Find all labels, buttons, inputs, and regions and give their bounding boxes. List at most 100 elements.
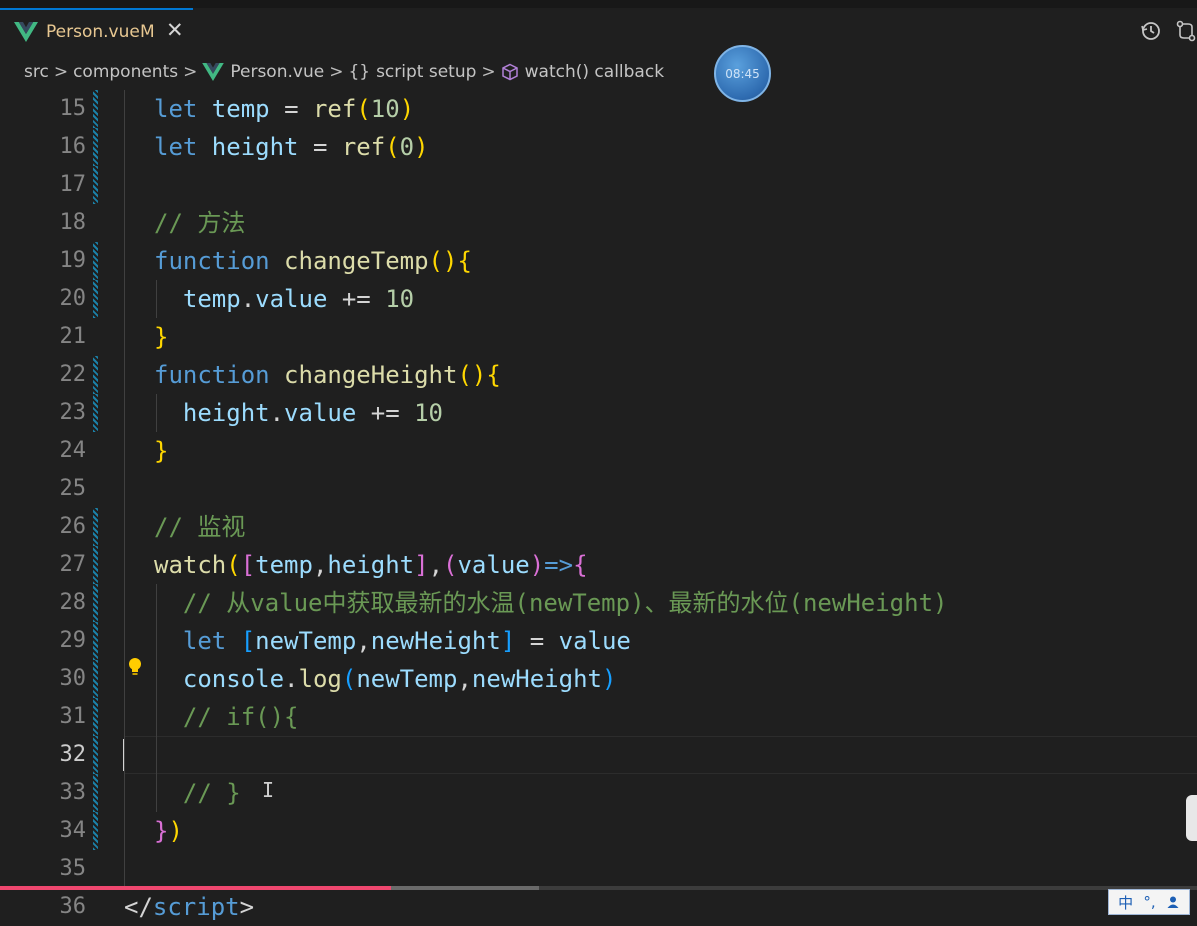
close-icon[interactable]: ✕ <box>166 18 184 42</box>
code-line[interactable]: 30 console.log(newTemp,newHeight) <box>0 658 1197 698</box>
modified-gutter-marker[interactable] <box>93 660 98 698</box>
code-line[interactable]: 32 <box>0 736 1197 774</box>
breadcrumb-item-script-setup[interactable]: script setup <box>376 62 476 82</box>
indent-guide <box>124 850 125 888</box>
code-token: height <box>327 551 415 579</box>
code-line[interactable]: 28 // 从value中获取最新的水温(newTemp)、最新的水位(newH… <box>0 584 1197 622</box>
modified-gutter-marker[interactable] <box>93 698 98 736</box>
modified-gutter-marker[interactable] <box>93 394 98 432</box>
code-line[interactable]: 36 </script> <box>0 888 1197 926</box>
code-token: temp <box>154 285 241 313</box>
modified-gutter-marker[interactable] <box>93 356 98 394</box>
modified-gutter-marker[interactable] <box>93 736 98 774</box>
ime-indicator[interactable]: 中 °, <box>1108 889 1190 915</box>
ime-punct: °, <box>1143 893 1156 911</box>
code-line[interactable]: 17 <box>0 166 1197 204</box>
code-token: newTemp <box>255 627 357 655</box>
code-token: ( <box>443 551 458 579</box>
breadcrumb-separator: > <box>183 62 198 82</box>
code-token: height <box>154 399 270 427</box>
modified-gutter-marker[interactable] <box>93 508 98 546</box>
code-text[interactable]: function changeHeight(){ <box>154 356 501 394</box>
side-panel-handle[interactable] <box>1186 795 1197 841</box>
vue-logo-icon <box>202 63 225 81</box>
code-text[interactable]: console.log(newTemp,newHeight) <box>154 660 617 698</box>
code-line[interactable]: 26 // 监视 <box>0 508 1197 546</box>
code-text[interactable]: } <box>154 432 168 470</box>
braces-icon: {} <box>348 62 371 82</box>
code-line[interactable]: 35 <box>0 850 1197 888</box>
code-line[interactable]: 29 let [newTemp,newHeight] = value <box>0 622 1197 660</box>
modified-gutter-marker[interactable] <box>93 774 98 812</box>
line-number: 28 <box>59 590 87 615</box>
tab-person-vue[interactable]: Person.vue M ✕ <box>0 8 193 54</box>
modified-gutter-marker[interactable] <box>93 812 98 850</box>
breadcrumb-item-src[interactable]: src <box>24 62 49 82</box>
code-line[interactable]: 15 let temp = ref(10) <box>0 90 1197 128</box>
history-icon[interactable] <box>1140 20 1162 42</box>
code-line[interactable]: 18 // 方法 <box>0 204 1197 242</box>
code-text[interactable]: height.value += 10 <box>154 394 443 432</box>
code-token: ref <box>312 95 357 123</box>
code-line[interactable]: 33 // } I <box>0 774 1197 812</box>
code-token: 10 <box>414 399 443 427</box>
code-token: ( <box>356 95 371 123</box>
code-text[interactable]: temp.value += 10 <box>154 280 414 318</box>
mouse-ibeam-cursor: I <box>262 778 275 802</box>
modified-gutter-marker[interactable] <box>93 280 98 318</box>
modified-gutter-marker[interactable] <box>93 546 98 584</box>
code-line[interactable]: 19 function changeTemp(){ <box>0 242 1197 280</box>
code-token: ) <box>399 95 415 123</box>
breadcrumb-item-components[interactable]: components <box>73 62 178 82</box>
code-editor[interactable]: 15 let temp = ref(10) 16 let height = ref(0… <box>0 90 1197 921</box>
line-number: 25 <box>59 476 87 501</box>
compare-changes-icon[interactable] <box>1175 20 1197 42</box>
code-text[interactable]: </script> <box>124 888 254 926</box>
code-text[interactable]: let [newTemp,newHeight] = value <box>154 622 631 660</box>
code-text[interactable]: function changeTemp(){ <box>154 242 472 280</box>
code-text[interactable]: // if(){ <box>154 698 299 736</box>
modified-gutter-marker[interactable] <box>93 166 98 204</box>
code-text[interactable]: }) <box>154 812 183 850</box>
code-text[interactable]: // 从value中获取最新的水温(newTemp)、最新的水位(newHeig… <box>154 584 948 622</box>
video-progress-bar[interactable] <box>0 886 1197 890</box>
code-line[interactable]: 31 // if(){ <box>0 698 1197 736</box>
cube-icon <box>501 63 518 81</box>
code-line[interactable]: 34}) <box>0 812 1197 850</box>
code-line[interactable]: 23 height.value += 10 <box>0 394 1197 432</box>
code-line[interactable]: 25 <box>0 470 1197 508</box>
code-token: [ <box>240 627 256 655</box>
indent-guide <box>124 280 125 318</box>
code-text[interactable]: // } <box>154 774 241 812</box>
indent-guide <box>124 774 125 812</box>
indent-guide <box>124 812 125 850</box>
modified-gutter-marker[interactable] <box>93 90 98 128</box>
breadcrumb-item-watch-callback[interactable]: watch() callback <box>525 62 664 82</box>
code-text[interactable]: // 监视 <box>154 508 245 546</box>
modified-indicator: M <box>140 22 155 42</box>
code-token: newHeight <box>471 665 602 693</box>
code-text[interactable]: let temp = ref(10) <box>154 90 414 128</box>
line-number: 19 <box>59 248 87 273</box>
code-token: function <box>154 247 270 275</box>
code-line[interactable]: 21} <box>0 318 1197 356</box>
modified-gutter-marker[interactable] <box>93 622 98 660</box>
lightbulb-icon[interactable] <box>126 656 144 678</box>
code-text[interactable]: // 方法 <box>154 204 245 242</box>
code-text[interactable]: } <box>154 318 168 356</box>
code-line[interactable]: 24} <box>0 432 1197 470</box>
code-text[interactable]: watch([temp,height],(value)=>{ <box>154 546 588 584</box>
line-number: 23 <box>59 400 87 425</box>
line-number: 26 <box>59 514 87 539</box>
modified-gutter-marker[interactable] <box>93 128 98 166</box>
code-text[interactable]: let height = ref(0) <box>154 128 429 166</box>
code-line[interactable]: 16 let height = ref(0) <box>0 128 1197 166</box>
breadcrumb-item-file[interactable]: Person.vue <box>230 62 324 82</box>
modified-gutter-marker[interactable] <box>93 242 98 280</box>
code-line[interactable]: 27 watch([temp,height],(value)=>{ <box>0 546 1197 584</box>
modified-gutter-marker[interactable] <box>93 584 98 622</box>
code-line[interactable]: 20 temp.value += 10 <box>0 280 1197 318</box>
code-line[interactable]: 22 function changeHeight(){ <box>0 356 1197 394</box>
indent-guide <box>124 508 125 546</box>
